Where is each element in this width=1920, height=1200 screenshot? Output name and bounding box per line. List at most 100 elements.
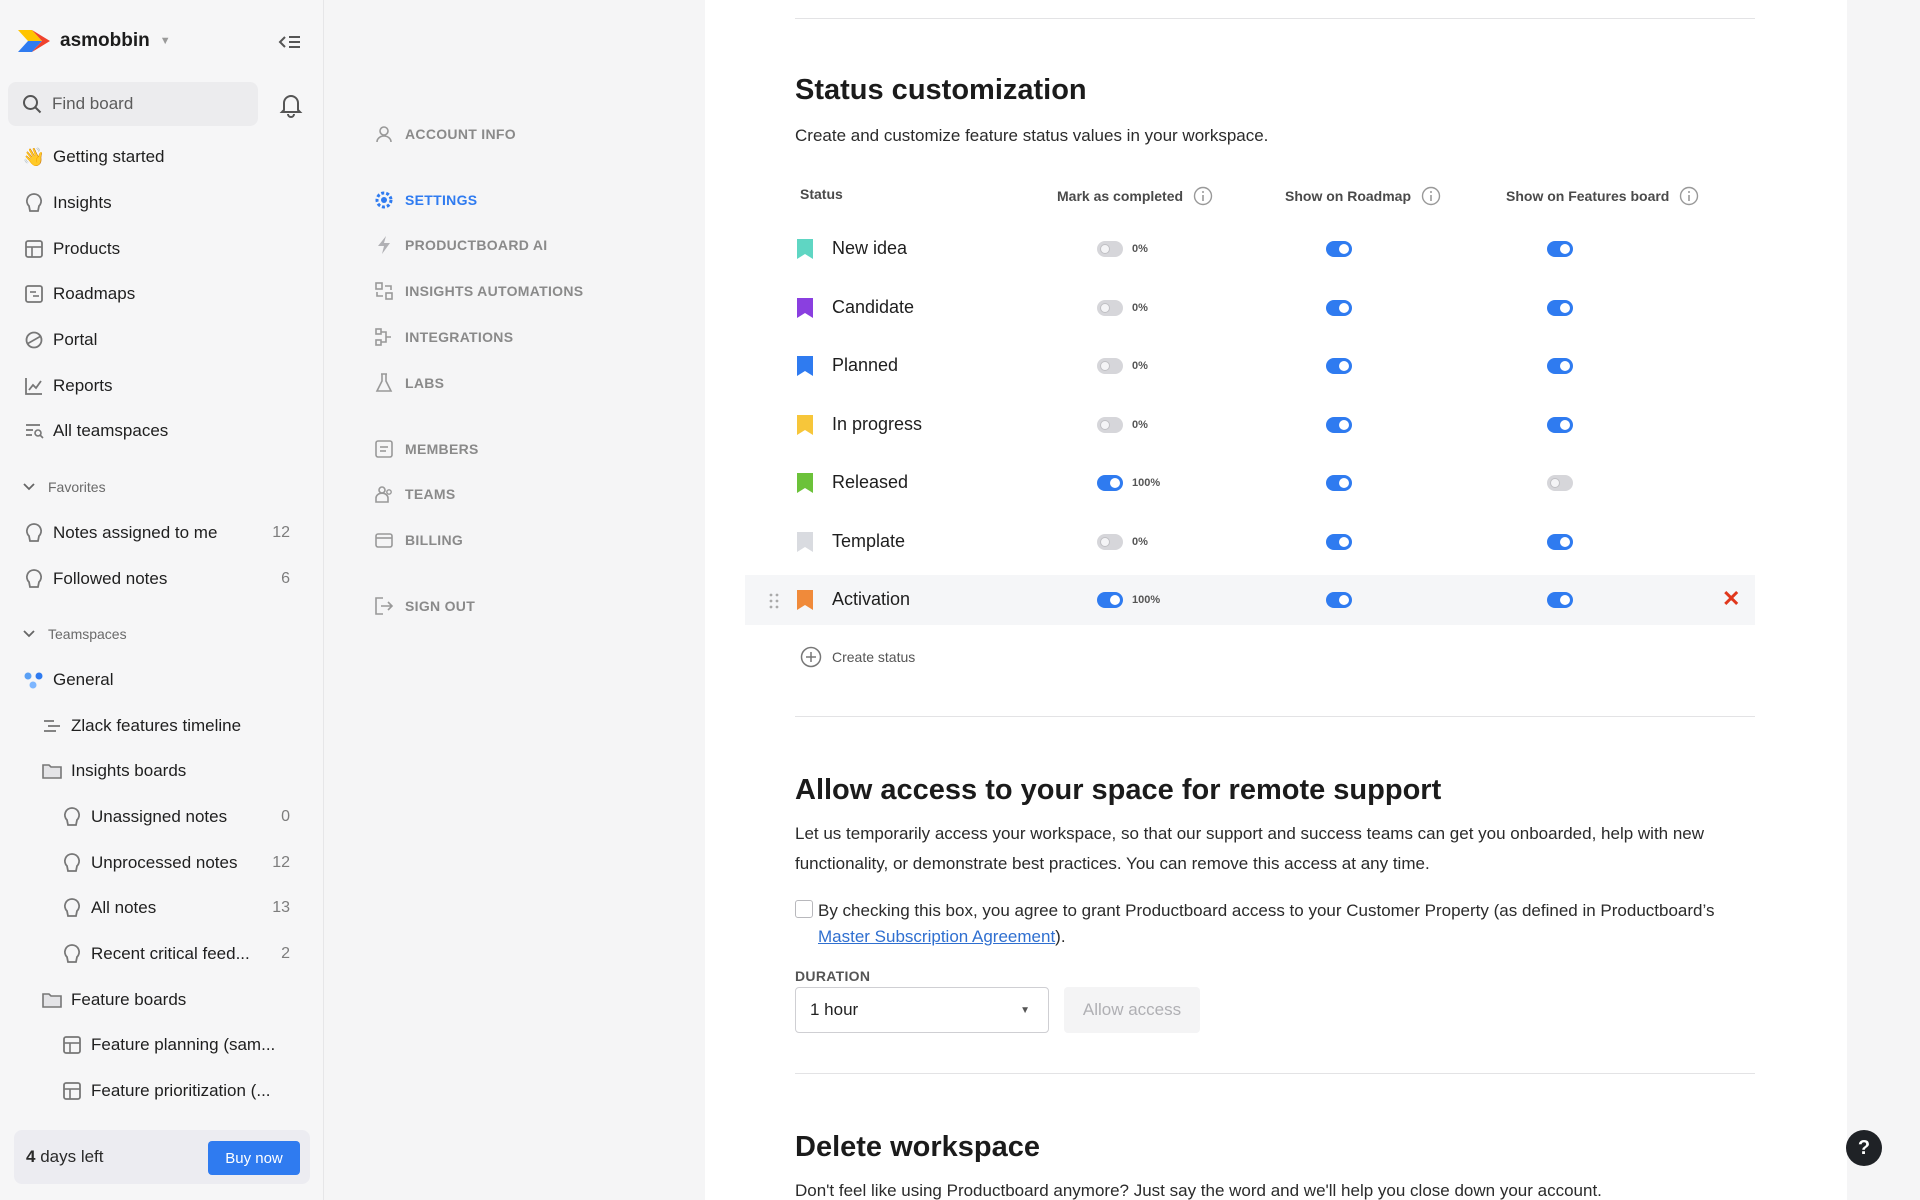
buy-now-button[interactable]: Buy now <box>208 1141 300 1175</box>
status-name[interactable]: Candidate <box>832 297 914 318</box>
show-on-features-toggle[interactable] <box>1547 592 1573 608</box>
sidebar-item-feature-prioritization[interactable]: Feature prioritization (... <box>0 1071 324 1111</box>
members-icon <box>373 438 395 460</box>
sidebar-item-recent-critical[interactable]: Recent critical feed... 2 <box>0 934 324 974</box>
favorites-header[interactable]: Favorites <box>22 475 106 499</box>
help-button[interactable]: ? <box>1846 1130 1882 1166</box>
settings-nav-integrations[interactable]: INTEGRATIONS <box>373 323 513 351</box>
sidebar-item-feature-planning[interactable]: Feature planning (sam... <box>0 1025 324 1065</box>
status-row: Released 100% <box>745 458 1755 508</box>
show-on-features-toggle[interactable] <box>1547 475 1573 491</box>
bulb-icon <box>22 567 46 591</box>
sidebar-item-label: Feature planning (sam... <box>91 1035 276 1054</box>
status-name[interactable]: Released <box>832 472 908 493</box>
sidebar-item-label: Products <box>53 239 121 258</box>
sidebar-item-zlack-timeline[interactable]: Zlack features timeline <box>0 706 324 746</box>
sidebar-item-unprocessed-notes[interactable]: Unprocessed notes 12 <box>0 843 324 883</box>
teamspaces-header-label: Teamspaces <box>48 626 127 642</box>
show-on-roadmap-toggle[interactable] <box>1326 358 1352 374</box>
drag-handle-icon[interactable] <box>769 592 779 610</box>
delete-status-icon[interactable]: ✕ <box>1722 588 1740 610</box>
show-on-roadmap-toggle[interactable] <box>1326 416 1352 433</box>
settings-nav-members[interactable]: MEMBERS <box>373 435 479 463</box>
status-color-flag-icon[interactable] <box>797 414 813 435</box>
show-on-roadmap-toggle[interactable] <box>1326 241 1352 257</box>
status-name[interactable]: In progress <box>832 414 922 435</box>
mark-completed-toggle[interactable] <box>1097 358 1123 374</box>
workspace-switcher[interactable]: asmobbin ▼ <box>18 26 171 56</box>
status-color-flag-icon[interactable] <box>797 297 813 318</box>
settings-content: Status customization Create and customiz… <box>705 0 1847 1200</box>
completion-percent: 100% <box>1132 477 1161 489</box>
sidebar-item-general[interactable]: General <box>0 660 324 700</box>
mark-completed-toggle[interactable] <box>1097 592 1123 608</box>
roadmap-icon <box>22 282 46 306</box>
sidebar-item-all-notes[interactable]: All notes 13 <box>0 888 324 928</box>
settings-nav-billing[interactable]: BILLING <box>373 526 463 554</box>
info-icon[interactable] <box>1421 186 1441 206</box>
sidebar-item-all-teamspaces[interactable]: All teamspaces <box>0 411 324 451</box>
sign-out-icon <box>373 595 395 617</box>
settings-nav-teams[interactable]: TEAMS <box>373 480 456 508</box>
settings-nav-account-info[interactable]: ACCOUNT INFO <box>373 120 516 148</box>
sidebar-item-insights[interactable]: Insights <box>0 183 324 223</box>
info-icon[interactable] <box>1679 186 1699 206</box>
sidebar-item-portal[interactable]: Portal <box>0 320 324 360</box>
chevron-down-icon <box>23 483 35 491</box>
sidebar-item-insights-boards[interactable]: Insights boards <box>0 751 324 791</box>
status-name[interactable]: Activation <box>832 589 910 610</box>
status-name[interactable]: Planned <box>832 355 898 376</box>
show-on-roadmap-toggle[interactable] <box>1326 592 1352 608</box>
mark-completed-toggle[interactable] <box>1097 241 1123 257</box>
agree-checkbox[interactable] <box>795 900 813 918</box>
status-name[interactable]: New idea <box>832 238 907 259</box>
create-status-button[interactable]: Create status <box>800 646 915 668</box>
show-on-roadmap-toggle[interactable] <box>1326 475 1352 491</box>
mark-completed-toggle[interactable] <box>1097 475 1123 491</box>
info-icon[interactable] <box>1193 186 1213 206</box>
status-color-flag-icon[interactable] <box>797 356 813 376</box>
show-on-features-toggle[interactable] <box>1547 533 1573 550</box>
toggle-knob <box>1560 419 1570 430</box>
sidebar-item-roadmaps[interactable]: Roadmaps <box>0 274 324 314</box>
toggle-knob <box>1339 419 1349 430</box>
mark-completed-toggle[interactable] <box>1097 299 1123 316</box>
mark-completed-toggle[interactable] <box>1097 416 1123 433</box>
sidebar-item-notes-assigned[interactable]: Notes assigned to me 12 <box>0 513 324 553</box>
status-name[interactable]: Template <box>832 531 905 552</box>
settings-nav-sign-out[interactable]: SIGN OUT <box>373 592 475 620</box>
settings-nav-productboard-ai[interactable]: PRODUCTBOARD AI <box>373 231 547 259</box>
mark-completed-toggle[interactable] <box>1097 533 1123 550</box>
show-on-features-toggle[interactable] <box>1547 416 1573 433</box>
column-header-label: Show on Features board <box>1506 188 1670 204</box>
sidebar-item-products[interactable]: Products <box>0 229 324 269</box>
sidebar-item-feature-boards[interactable]: Feature boards <box>0 980 324 1020</box>
show-on-features-toggle[interactable] <box>1547 241 1573 257</box>
teamspaces-header[interactable]: Teamspaces <box>22 622 127 646</box>
notifications-bell-icon[interactable] <box>278 92 304 118</box>
status-color-flag-icon[interactable] <box>797 531 813 552</box>
status-section-description: Create and customize feature status valu… <box>795 126 1269 145</box>
completion-percent: 0% <box>1132 243 1148 255</box>
sidebar-item-unassigned-notes[interactable]: Unassigned notes 0 <box>0 797 324 837</box>
sidebar-item-followed-notes[interactable]: Followed notes 6 <box>0 559 324 599</box>
duration-select[interactable]: 1 hour ▼ <box>795 987 1049 1033</box>
status-color-flag-icon[interactable] <box>797 239 813 259</box>
show-on-features-toggle[interactable] <box>1547 299 1573 316</box>
collapse-sidebar-icon[interactable] <box>276 30 304 54</box>
sidebar-item-getting-started[interactable]: 👋 Getting started <box>0 137 324 177</box>
master-subscription-agreement-link[interactable]: Master Subscription Agreement <box>818 927 1055 946</box>
show-on-roadmap-toggle[interactable] <box>1326 299 1352 316</box>
show-on-roadmap-toggle[interactable] <box>1326 533 1352 550</box>
settings-nav-labs[interactable]: LABS <box>373 369 444 397</box>
sidebar-item-reports[interactable]: Reports <box>0 366 324 406</box>
show-on-features-toggle[interactable] <box>1547 358 1573 374</box>
completion-percent: 0% <box>1132 360 1148 372</box>
settings-nav-insights-automations[interactable]: INSIGHTS AUTOMATIONS <box>373 277 583 305</box>
delete-section-title: Delete workspace <box>795 1131 1041 1163</box>
settings-nav-settings[interactable]: SETTINGS <box>373 186 477 214</box>
allow-access-button[interactable]: Allow access <box>1064 987 1200 1033</box>
status-color-flag-icon[interactable] <box>797 590 813 610</box>
find-board-input[interactable]: Find board <box>8 82 258 126</box>
status-color-flag-icon[interactable] <box>797 473 813 493</box>
